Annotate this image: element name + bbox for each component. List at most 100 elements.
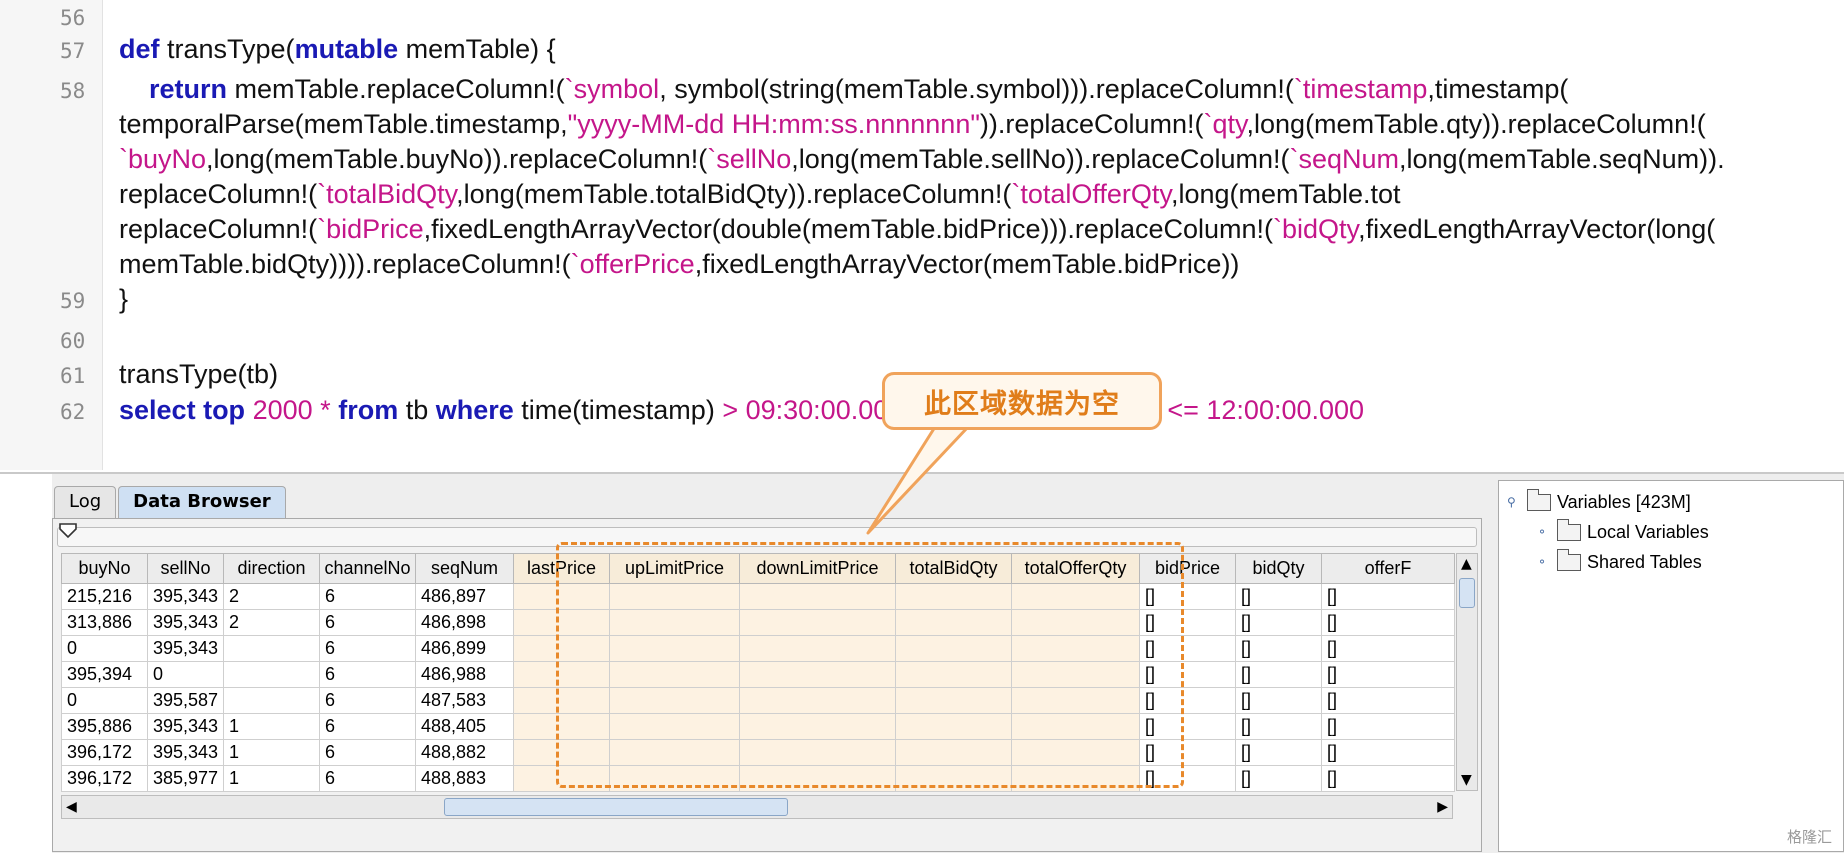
tree-expand-icon[interactable]: ⚲ xyxy=(1507,496,1519,508)
table-cell xyxy=(513,609,610,636)
table-row[interactable]: 313,886 395,343 2 6 486,898[][][] xyxy=(61,609,1455,636)
output-tabs: Log Data Browser xyxy=(54,486,288,518)
column-header-totalBidQty[interactable]: totalBidQty xyxy=(895,553,1012,584)
column-header-bidPrice[interactable]: bidPrice xyxy=(1139,553,1236,584)
code-text: memTable.bidQty)))).replaceColumn!( xyxy=(119,249,571,279)
scroll-left-icon[interactable]: ◀ xyxy=(66,799,77,815)
table-cell xyxy=(609,661,740,688)
column-header-channelNo[interactable]: channelNo xyxy=(319,553,416,584)
table-cell: 486,898 xyxy=(415,609,514,636)
code-text: ,long(memTable.seqNum)). xyxy=(1399,144,1725,174)
table-cell: 486,899 xyxy=(415,635,514,662)
scroll-down-icon[interactable]: ▼ xyxy=(1461,772,1472,788)
tree-collapse-icon[interactable]: ⚬ xyxy=(1537,526,1549,538)
table-row[interactable]: 395,394 0 6 486,988[][][] xyxy=(61,661,1455,688)
code-token-sym: `timestamp xyxy=(1293,74,1428,104)
table-cell: 395,587 xyxy=(147,687,224,714)
scroll-right-icon[interactable]: ▶ xyxy=(1437,799,1448,815)
column-header-downLimitPrice[interactable]: downLimitPrice xyxy=(739,553,896,584)
line-number: 59 xyxy=(60,289,86,313)
code-token-sym: `symbol xyxy=(564,74,660,104)
code-text: ,fixedLengthArrayVector(long( xyxy=(1358,214,1716,244)
tab-log[interactable]: Log xyxy=(54,486,117,518)
table-cell xyxy=(609,739,740,766)
table-cell xyxy=(895,739,1012,766)
code-text: temporalParse(memTable.timestamp, xyxy=(119,109,568,139)
variables-root-node[interactable]: ⚲ Variables [423M] xyxy=(1507,488,1691,515)
table-cell: 487,583 xyxy=(415,687,514,714)
filter-icon[interactable] xyxy=(57,521,79,543)
code-token-kw: from xyxy=(338,395,399,425)
table-cell: 396,172 xyxy=(61,765,148,792)
left-strip xyxy=(0,474,52,853)
horizontal-scrollbar[interactable]: ◀ ▶ xyxy=(61,795,1453,819)
table-row[interactable]: 215,216 395,343 2 6 486,897[][][] xyxy=(61,583,1455,610)
code-token-sym: `offerPrice xyxy=(570,249,695,279)
table-cell xyxy=(223,687,320,714)
table-cell: 1 xyxy=(223,765,320,792)
table-cell: 2 xyxy=(223,583,320,610)
table-row[interactable]: 0 395,587 6 487,583[][][] xyxy=(61,687,1455,714)
table-row[interactable]: 0 395,343 6 486,899[][][] xyxy=(61,635,1455,662)
table-cell xyxy=(895,765,1012,792)
horizontal-scroll-thumb[interactable] xyxy=(444,798,788,816)
table-row[interactable]: 396,172 385,977 1 6 488,883[][][] xyxy=(61,765,1455,792)
folder-icon xyxy=(1526,488,1551,511)
table-cell: [] xyxy=(1139,661,1236,688)
table-cell: 0 xyxy=(61,687,148,714)
column-header-bidQty[interactable]: bidQty xyxy=(1235,553,1322,584)
column-header-sellNo[interactable]: sellNo xyxy=(147,553,224,584)
table-cell xyxy=(609,583,740,610)
code-text: ,timestamp( xyxy=(1427,74,1569,104)
table-cell xyxy=(513,661,610,688)
table-cell xyxy=(895,583,1012,610)
column-header-totalOfferQty[interactable]: totalOfferQty xyxy=(1011,553,1140,584)
table-cell: 488,882 xyxy=(415,739,514,766)
table-cell: [] xyxy=(1321,609,1455,636)
table-cell: 6 xyxy=(319,765,416,792)
column-header-upLimitPrice[interactable]: upLimitPrice xyxy=(609,553,740,584)
filter-bar[interactable] xyxy=(57,527,1477,547)
column-header-direction[interactable]: direction xyxy=(223,553,320,584)
scroll-up-icon[interactable]: ▲ xyxy=(1461,556,1472,572)
table-cell xyxy=(739,739,896,766)
vertical-scrollbar[interactable]: ▲ ▼ xyxy=(1456,553,1478,791)
code-text: ,long(memTable.sellNo)).replaceColumn!( xyxy=(791,144,1290,174)
tree-collapse-icon[interactable]: ⚬ xyxy=(1537,556,1549,568)
table-cell: [] xyxy=(1235,609,1322,636)
table-cell: 395,343 xyxy=(147,739,224,766)
table-row[interactable]: 395,886 395,343 1 6 488,405[][][] xyxy=(61,713,1455,740)
code-text: ,fixedLengthArrayVector(double(memTable.… xyxy=(423,214,1274,244)
code-text: ,long(memTable.buyNo)).replaceColumn!( xyxy=(206,144,708,174)
column-header-lastPrice[interactable]: lastPrice xyxy=(513,553,610,584)
shared-tables-node[interactable]: ⚬ Shared Tables xyxy=(1537,548,1702,575)
table-cell: 488,883 xyxy=(415,765,514,792)
local-variables-node[interactable]: ⚬ Local Variables xyxy=(1537,518,1709,545)
code-token-kw: return xyxy=(149,74,228,104)
table-row[interactable]: 396,172 395,343 1 6 488,882[][][] xyxy=(61,739,1455,766)
table-cell xyxy=(223,635,320,662)
code-token-sym: `sellNo xyxy=(707,144,792,174)
table-cell: [] xyxy=(1235,739,1322,766)
vertical-scroll-thumb[interactable] xyxy=(1459,578,1475,608)
table-cell: 488,405 xyxy=(415,713,514,740)
table-cell: [] xyxy=(1321,739,1455,766)
variables-panel: ⚲ Variables [423M] ⚬ Local Variables ⚬ S… xyxy=(1498,480,1844,852)
table-cell: [] xyxy=(1139,765,1236,792)
code-text: )).replaceColumn!( xyxy=(979,109,1204,139)
tab-data-browser[interactable]: Data Browser xyxy=(118,486,286,518)
table-cell xyxy=(609,635,740,662)
code-token-op: * xyxy=(320,395,331,425)
table-cell: 6 xyxy=(319,713,416,740)
table-cell xyxy=(895,635,1012,662)
column-header-seqNum[interactable]: seqNum xyxy=(415,553,514,584)
code-token-tm: 12:00:00.000 xyxy=(1206,395,1365,425)
code-line: replaceColumn!(`totalBidQty,long(memTabl… xyxy=(119,178,1401,210)
column-header-buyNo[interactable]: buyNo xyxy=(61,553,148,584)
line-number: 56 xyxy=(60,6,86,30)
code-token-sym: `seqNum xyxy=(1289,144,1399,174)
column-header-offerF[interactable]: offerF xyxy=(1321,553,1455,584)
table-cell: 395,343 xyxy=(147,583,224,610)
line-number: 57 xyxy=(60,39,86,63)
